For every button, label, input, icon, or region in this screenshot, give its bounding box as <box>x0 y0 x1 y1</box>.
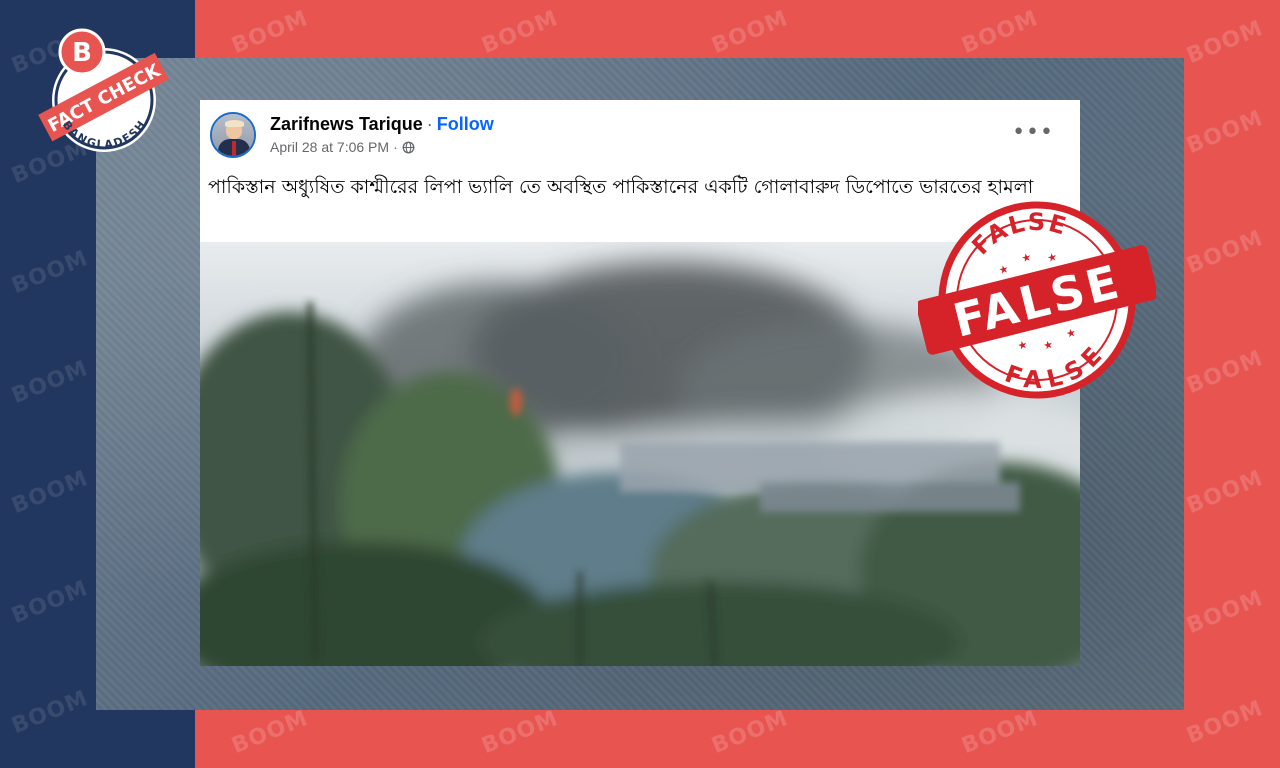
boom-watermark: BOOM <box>1183 695 1267 750</box>
more-options-button[interactable]: ••• <box>1012 122 1054 144</box>
boom-watermark: BOOM <box>1183 105 1267 160</box>
post-meta: April 28 at 7:06 PM · <box>270 139 415 155</box>
fact-check-graphic: BOOM BOOM BOOM BOOM BOOM BOOM BOOM BOOM BOOM BOOM… <box>0 0 1280 768</box>
post-timestamp[interactable]: April 28 at 7:06 PM <box>270 139 389 155</box>
author-avatar[interactable] <box>210 112 256 158</box>
follow-button[interactable]: Follow <box>437 114 494 134</box>
boom-watermark: BOOM <box>1183 225 1267 280</box>
boom-watermark: BOOM <box>1183 345 1267 400</box>
boom-watermark: BOOM <box>1183 15 1267 70</box>
boom-watermark: BOOM <box>478 705 562 760</box>
false-verdict-stamp: FALSE FALSE ★ ★ ★ ★ ★ ★ FALSE <box>916 196 1158 414</box>
boom-watermark: BOOM <box>958 5 1042 60</box>
author-name[interactable]: Zarifnews Tarique <box>270 114 423 134</box>
boom-watermark: BOOM <box>1183 465 1267 520</box>
meta-separator: · <box>393 139 398 155</box>
globe-icon <box>402 141 415 153</box>
boom-watermark: BOOM <box>228 705 312 760</box>
boom-watermark: BOOM <box>708 705 792 760</box>
header-separator: · <box>426 114 433 134</box>
boom-watermark: BOOM <box>228 5 312 60</box>
boom-watermark: BOOM <box>1183 585 1267 640</box>
boom-fact-check-logo: B FACT CHECK BANGLADESH <box>24 20 174 160</box>
logo-letter: B <box>72 38 92 68</box>
boom-watermark: BOOM <box>708 5 792 60</box>
post-header: Zarifnews Tarique · Follow <box>270 112 494 136</box>
boom-watermark: BOOM <box>958 705 1042 760</box>
boom-watermark: BOOM <box>478 5 562 60</box>
